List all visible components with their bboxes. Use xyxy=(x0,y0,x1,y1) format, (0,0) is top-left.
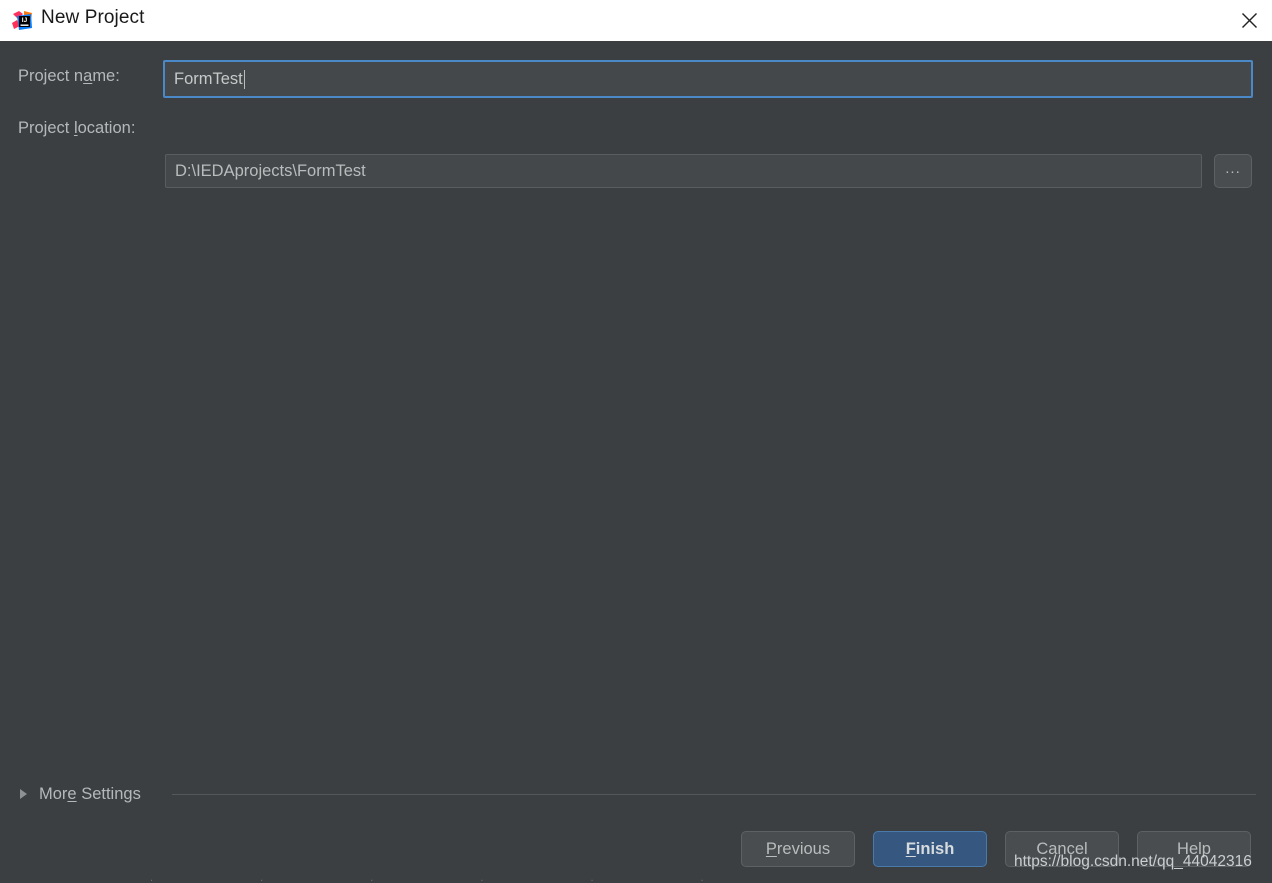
project-name-label: Project name: xyxy=(18,67,120,85)
project-location-value: D:\IEDAprojects\FormTest xyxy=(175,161,366,180)
close-icon xyxy=(1241,12,1258,29)
mnemonic-letter: P xyxy=(765,839,777,858)
mnemonic-letter: a xyxy=(83,67,93,85)
dialog-titlebar: IJ New Project xyxy=(0,0,1272,41)
more-settings-label: More Settings xyxy=(39,784,141,803)
project-location-input[interactable]: D:\IEDAprojects\FormTest xyxy=(165,154,1202,188)
ellipsis-icon: ... xyxy=(1225,159,1241,177)
more-settings-separator xyxy=(172,794,1256,795)
intellij-idea-icon: IJ xyxy=(11,10,33,32)
finish-button[interactable]: Finish xyxy=(873,831,987,867)
mnemonic-letter: e xyxy=(67,784,77,803)
close-button[interactable] xyxy=(1226,0,1272,41)
previous-button[interactable]: Previous xyxy=(741,831,855,867)
triangle-right-icon xyxy=(20,789,27,799)
clipped-bottom-row: . . . . . . xyxy=(0,879,1272,883)
project-location-label: Project location: xyxy=(18,119,136,137)
more-settings-toggle[interactable]: More Settings xyxy=(20,783,141,805)
project-name-value: FormTest xyxy=(174,69,243,88)
browse-location-button[interactable]: ... xyxy=(1214,154,1252,188)
svg-text:IJ: IJ xyxy=(22,17,28,24)
new-project-dialog: IJ New Project Project name: FormTest Pr… xyxy=(0,0,1272,883)
text-caret xyxy=(243,69,245,89)
dialog-title: New Project xyxy=(41,7,145,28)
project-name-input[interactable]: FormTest xyxy=(163,60,1253,98)
dialog-content: Project name: FormTest Project location:… xyxy=(0,41,1272,883)
clipped-bottom-text: . . . . . . xyxy=(150,879,756,883)
watermark-text: https://blog.csdn.net/qq_44042316 xyxy=(1014,853,1252,870)
mnemonic-letter: F xyxy=(905,839,916,858)
